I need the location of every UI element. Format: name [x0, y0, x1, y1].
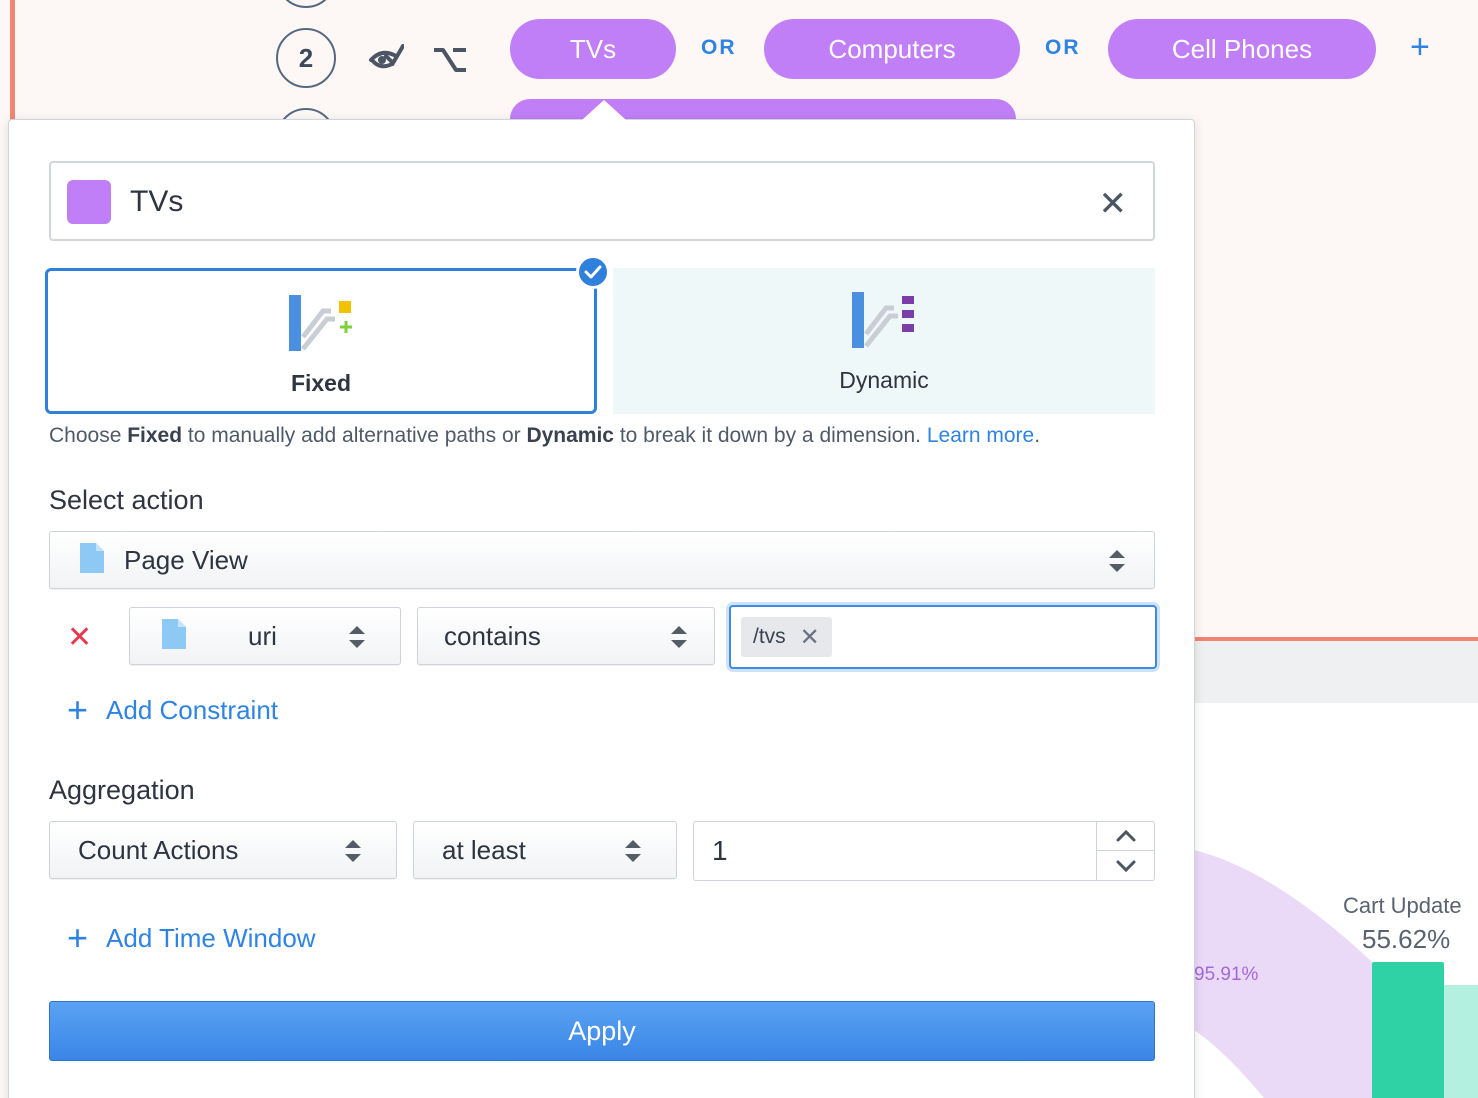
- path-pill-cell-phones[interactable]: Cell Phones: [1108, 19, 1376, 79]
- step-circle-previous: [276, 0, 336, 8]
- cart-update-bar[interactable]: [1372, 962, 1444, 1098]
- updown-arrows-icon: [1108, 548, 1126, 579]
- cart-update-bar-secondary: [1444, 985, 1478, 1098]
- chevron-up-icon[interactable]: [1097, 822, 1155, 851]
- cart-update-label: Cart Update: [1343, 893, 1462, 918]
- or-separator: OR: [1045, 36, 1081, 59]
- fixed-paths-icon: [287, 293, 355, 358]
- path-pill-label: Computers: [828, 33, 956, 64]
- aggregation-comparator-value: at least: [442, 834, 526, 865]
- aggregation-value-input[interactable]: 1: [693, 821, 1155, 881]
- plus-icon: +: [67, 689, 89, 730]
- cart-update-percent: 55.62%: [1362, 924, 1451, 954]
- aggregation-title: Aggregation: [49, 775, 195, 805]
- operator-select[interactable]: contains: [417, 607, 715, 665]
- mode-help-text: Choose Fixed to manually add alternative…: [49, 424, 1041, 447]
- path-name-value[interactable]: TVs: [130, 185, 183, 219]
- operator-select-value: contains: [444, 620, 541, 651]
- updown-arrows-icon: [624, 838, 642, 869]
- left-accent-line: [10, 0, 15, 130]
- updown-arrows-icon: [344, 838, 362, 869]
- path-editor-popover: TVs ✕ Fixed Dynamic Choose Fixed to manu…: [8, 119, 1195, 1098]
- constraint-value-input[interactable]: /tvs ✕: [729, 605, 1157, 669]
- apply-button[interactable]: Apply: [49, 1001, 1155, 1061]
- popover-arrow: [582, 100, 626, 120]
- plus-icon: +: [67, 917, 89, 958]
- document-icon: [80, 542, 104, 578]
- updown-arrows-icon: [348, 624, 366, 655]
- updown-arrows-icon: [670, 624, 688, 655]
- path-color-swatch[interactable]: [67, 180, 111, 224]
- mode-card-fixed[interactable]: Fixed: [45, 255, 610, 414]
- aggregation-comparator-select[interactable]: at least: [413, 821, 677, 879]
- step-number: 2: [298, 42, 314, 73]
- chart-header-band: [1194, 641, 1478, 703]
- select-action-title: Select action: [49, 485, 204, 515]
- mode-label-fixed: Fixed: [290, 370, 352, 396]
- close-icon[interactable]: ✕: [1099, 187, 1128, 221]
- eye-check-icon[interactable]: [368, 38, 405, 83]
- path-pill-computers[interactable]: Computers: [764, 19, 1020, 79]
- document-icon: [162, 618, 186, 654]
- value-token: /tvs ✕: [741, 617, 832, 657]
- mode-label-dynamic: Dynamic: [839, 367, 929, 393]
- check-icon: [576, 255, 610, 289]
- step-number-badge: 2: [276, 28, 336, 88]
- remove-constraint-icon[interactable]: ✕: [67, 620, 92, 655]
- or-separator: OR: [701, 36, 737, 59]
- property-select[interactable]: uri: [129, 607, 401, 665]
- mode-card-dynamic[interactable]: Dynamic: [613, 268, 1155, 414]
- aggregation-value[interactable]: 1: [712, 835, 728, 867]
- add-constraint-label: Add Constraint: [106, 694, 279, 725]
- chevron-down-icon[interactable]: [1097, 851, 1155, 880]
- property-select-value: uri: [248, 620, 277, 651]
- learn-more-link[interactable]: Learn more: [927, 424, 1034, 447]
- path-pill-label: Cell Phones: [1171, 33, 1313, 64]
- number-spinner: [1096, 822, 1155, 880]
- action-select-value: Page View: [124, 544, 248, 575]
- add-constraint-link[interactable]: + Add Constraint: [67, 692, 278, 728]
- path-name-field[interactable]: TVs ✕: [49, 161, 1155, 241]
- token-label: /tvs: [753, 625, 786, 648]
- flow-percent: 95.91%: [1194, 964, 1259, 985]
- action-select[interactable]: Page View: [49, 531, 1155, 589]
- dynamic-paths-icon: [850, 290, 918, 355]
- add-path-plus-icon[interactable]: +: [1410, 28, 1430, 67]
- aggregation-function-select[interactable]: Count Actions: [49, 821, 397, 879]
- add-time-window-link[interactable]: + Add Time Window: [67, 920, 316, 956]
- branch-option-icon[interactable]: [432, 38, 468, 83]
- aggregation-function-value: Count Actions: [78, 834, 239, 865]
- path-pill-tvs[interactable]: TVs: [510, 19, 676, 79]
- path-pill-label: TVs: [569, 33, 617, 64]
- remove-token-icon[interactable]: ✕: [800, 623, 820, 652]
- add-time-window-label: Add Time Window: [106, 922, 316, 953]
